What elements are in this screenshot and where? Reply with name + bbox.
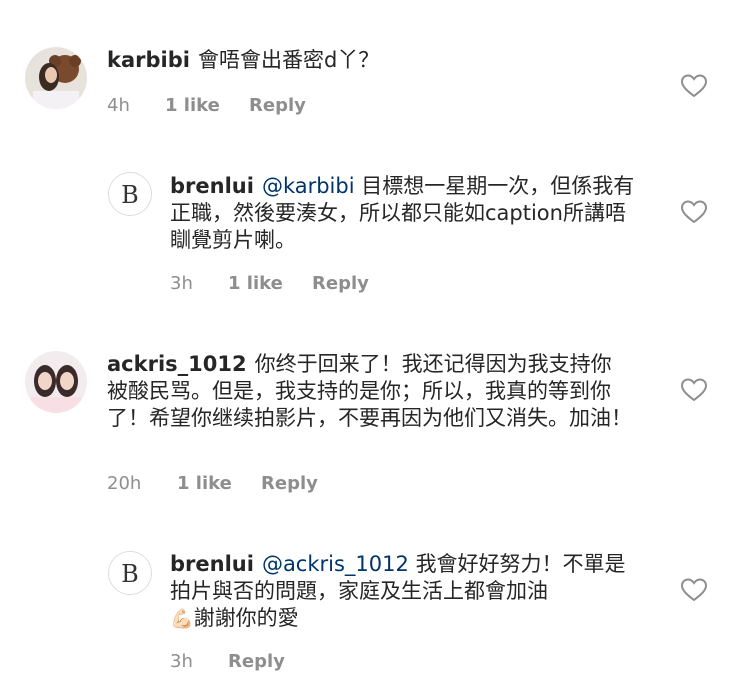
username[interactable]: brenlui xyxy=(170,552,254,576)
username[interactable]: brenlui xyxy=(170,174,254,198)
avatar[interactable] xyxy=(25,47,87,109)
like-count[interactable]: 1 like xyxy=(228,273,283,294)
username[interactable]: ackris_1012 xyxy=(107,352,247,376)
reply-button[interactable]: Reply xyxy=(249,95,306,116)
comment-text: 會唔會出番密d丫？ xyxy=(197,48,380,72)
timestamp[interactable]: 4h xyxy=(107,95,130,116)
comment-text-2: 謝謝你的愛 xyxy=(193,606,299,630)
timestamp[interactable]: 20h xyxy=(107,473,141,494)
timestamp[interactable]: 3h xyxy=(170,273,193,294)
reply-button[interactable]: Reply xyxy=(261,473,318,494)
heart-icon[interactable] xyxy=(681,378,707,402)
mention-link[interactable]: @karbibi xyxy=(262,174,355,198)
like-count[interactable]: 1 like xyxy=(177,473,232,494)
svg-text:B: B xyxy=(121,181,139,209)
reply-button[interactable]: Reply xyxy=(228,651,285,672)
heart-icon[interactable] xyxy=(681,200,707,224)
mention-link[interactable]: @ackris_1012 xyxy=(262,552,409,576)
avatar[interactable]: B xyxy=(108,551,152,595)
svg-text:B: B xyxy=(121,560,139,588)
like-count[interactable]: 1 like xyxy=(165,95,220,116)
avatar[interactable] xyxy=(25,351,87,413)
flexed-biceps-emoji: 💪🏻 xyxy=(170,608,194,630)
heart-icon[interactable] xyxy=(681,578,707,602)
timestamp[interactable]: 3h xyxy=(170,651,193,672)
reply-button[interactable]: Reply xyxy=(312,273,369,294)
avatar[interactable]: B xyxy=(108,172,152,216)
heart-icon[interactable] xyxy=(681,74,707,98)
username[interactable]: karbibi xyxy=(107,48,190,72)
